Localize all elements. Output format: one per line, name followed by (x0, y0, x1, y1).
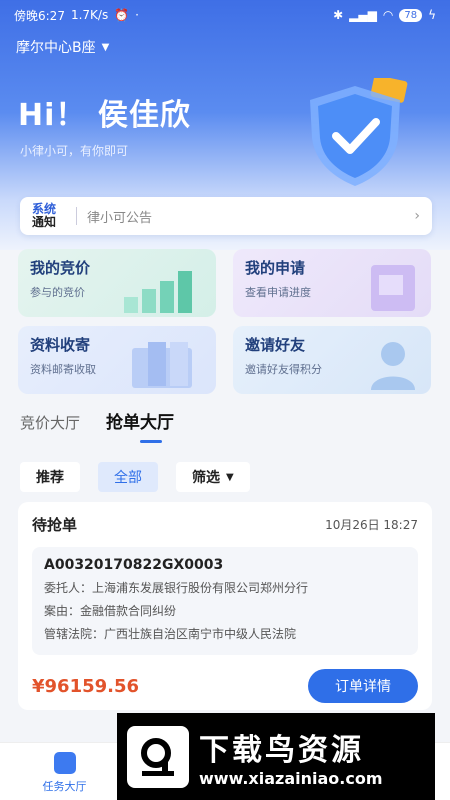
filter-screen[interactable]: 筛选 ▼ (176, 462, 250, 492)
order-code: A00320170822GX0003 (44, 557, 224, 573)
filter-bar: 推荐 全部 筛选 ▼ (20, 462, 250, 492)
wifi-icon: ◠ (382, 8, 394, 22)
order-info: A00320170822GX0003 委托人：上海浦东发展银行股份有限公司郑州分… (32, 547, 418, 655)
task-hall-icon (53, 752, 76, 774)
battery-indicator: 78 (399, 8, 423, 22)
location-label: 摩尔中心B座 (16, 40, 96, 56)
order-detail-button[interactable]: 订单详情 (308, 669, 418, 703)
system-notice-bar[interactable]: 系统 通知 律小可公告 › (20, 197, 432, 235)
notice-tag-line2: 通知 (32, 215, 57, 229)
network-speed: 1.7K/s (70, 8, 109, 22)
filter-screen-label: 筛选 (192, 470, 220, 486)
tab-grab-order-hall[interactable]: 抢单大厅 (106, 408, 174, 443)
bar-chart-icon (124, 271, 192, 313)
order-client: 委托人：上海浦东发展银行股份有限公司郑州分行 (44, 581, 309, 595)
nav-task-hall[interactable]: 任务大厅 (43, 752, 87, 794)
notice-tag: 系统 通知 (32, 203, 66, 229)
status-time: 傍晚6:27 (14, 8, 65, 23)
status-bar: 傍晚6:27 1.7K/s ⏰ · ✱ ▂▄▆ ◠ 78 ϟ (0, 0, 450, 30)
caret-down-icon: ▼ (101, 41, 110, 53)
folder-icon (132, 342, 192, 388)
signal-icon: ▂▄▆ (349, 8, 377, 22)
card-invite-friends[interactable]: 邀请好友 邀请好友得积分 (233, 326, 431, 394)
watermark-url: www.xiazainiao.com (199, 769, 383, 788)
order-price: ¥96159.56 (32, 675, 140, 697)
greeting-title: Hi！ 侯佳欣 (18, 98, 191, 133)
filter-all[interactable]: 全部 (98, 462, 158, 492)
notice-text: 律小可公告 (87, 210, 153, 226)
watermark-overlay: 下载鸟资源 www.xiazainiao.com (117, 713, 435, 800)
user-icon (371, 342, 415, 390)
hall-tabs: 竞价大厅 抢单大厅 (20, 408, 174, 443)
dot-icon: · (135, 8, 139, 22)
greeting-subtitle: 小律小可，有你即可 (20, 144, 129, 158)
charging-icon: ϟ (428, 8, 436, 22)
alarm-icon: ⏰ (114, 8, 130, 22)
filter-recommend[interactable]: 推荐 (20, 462, 80, 492)
watermark-title: 下载鸟资源 (199, 733, 364, 768)
divider (76, 207, 77, 225)
order-court: 管辖法院：广西壮族自治区南宁市中级人民法院 (44, 627, 297, 641)
shield-check-icon (310, 78, 408, 186)
order-card[interactable]: 待抢单 10月26日 18:27 A00320170822GX0003 委托人：… (18, 502, 432, 710)
card-material-mailing[interactable]: 资料收寄 资料邮寄收取 (18, 326, 216, 394)
chevron-right-icon: › (414, 208, 420, 224)
bluetooth-icon: ✱ (333, 8, 344, 22)
nav-label: 任务大厅 (42, 780, 87, 793)
bird-logo-icon (127, 725, 189, 788)
tab-bidding-hall[interactable]: 竞价大厅 (20, 412, 80, 433)
order-status: 待抢单 (32, 516, 78, 534)
order-case: 案由：金融借款合同纠纷 (44, 604, 177, 618)
caret-down-icon: ▼ (226, 471, 234, 483)
card-my-applications[interactable]: 我的申请 查看申请进度 (233, 249, 431, 317)
document-icon (371, 265, 415, 311)
location-selector[interactable]: 摩尔中心B座 ▼ (16, 37, 109, 57)
card-my-bids[interactable]: 我的竞价 参与的竞价 (18, 249, 216, 317)
order-time: 10月26日 18:27 (325, 518, 418, 532)
